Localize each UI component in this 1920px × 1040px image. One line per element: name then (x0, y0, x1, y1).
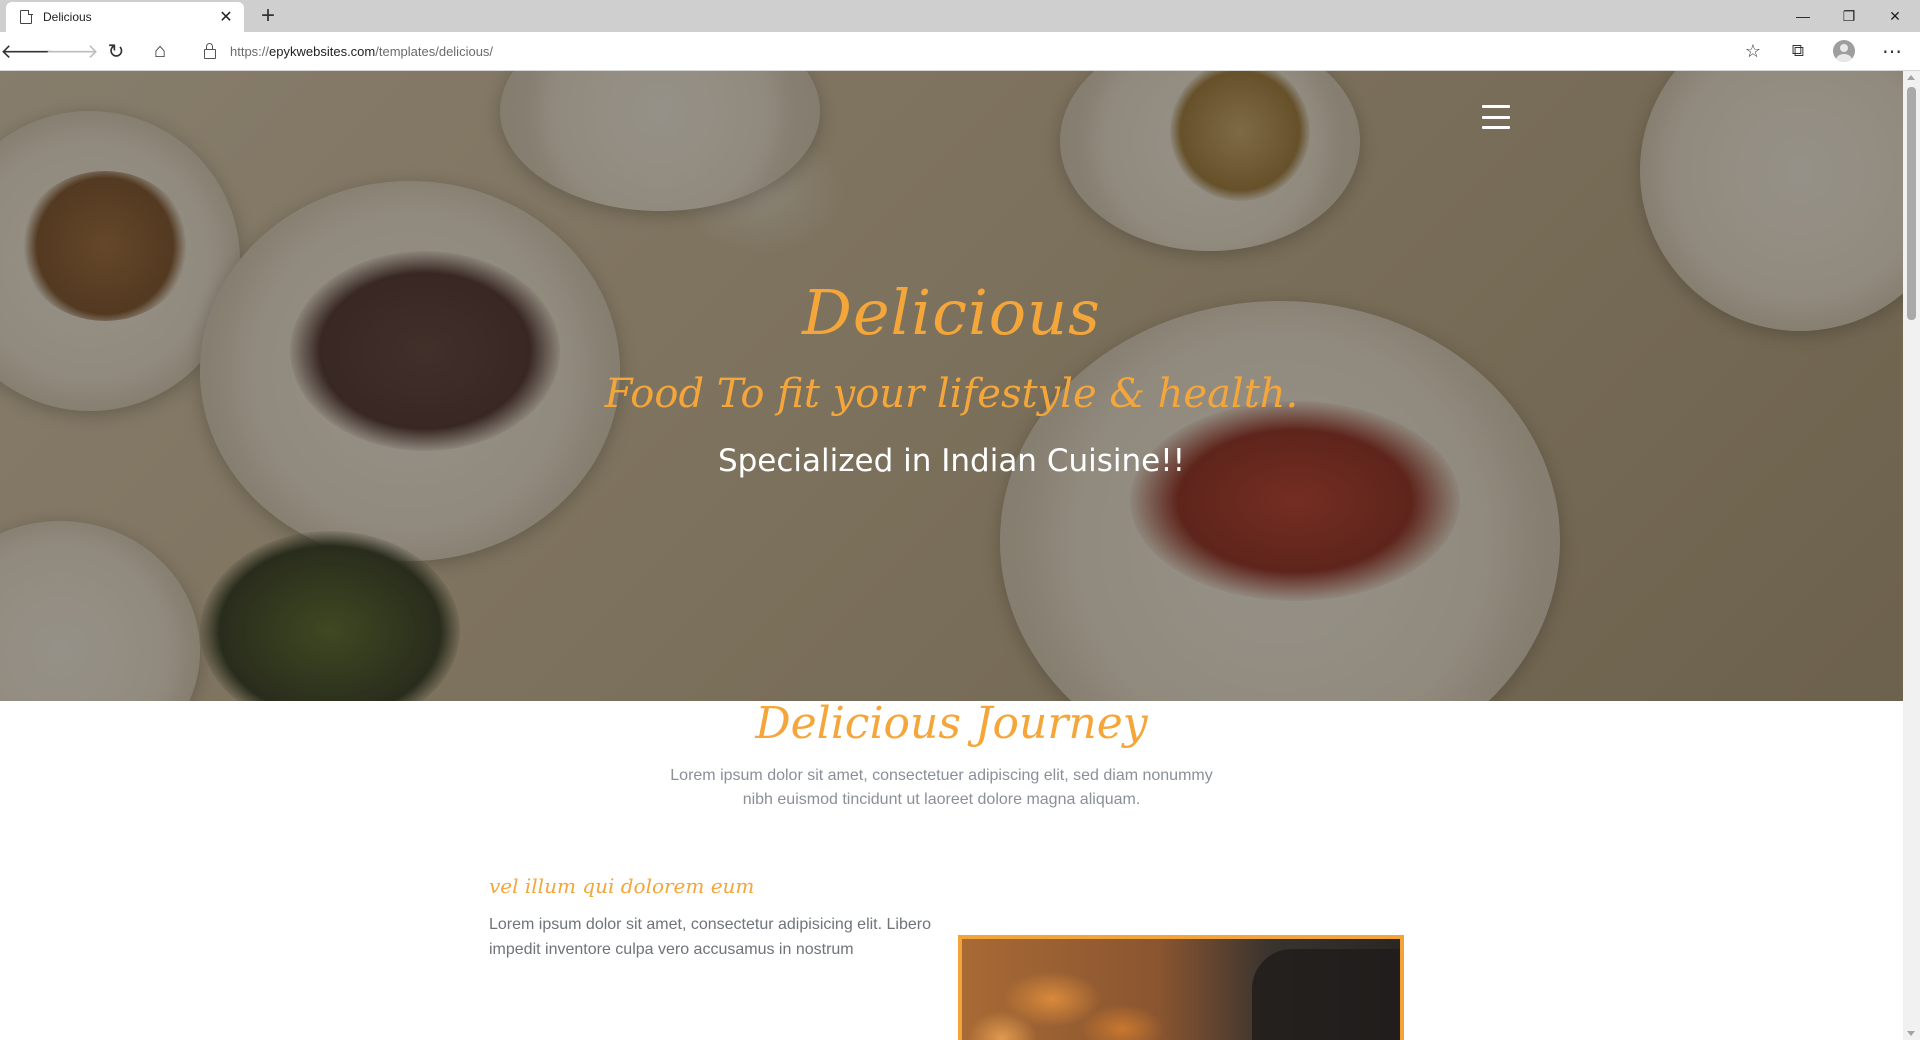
reload-button[interactable]: ↻ (100, 36, 132, 66)
address-bar[interactable]: https://epykwebsites.com/templates/delic… (188, 36, 1768, 66)
tab-title: Delicious (43, 10, 92, 24)
profile-avatar[interactable] (1833, 40, 1855, 62)
page-scrollbar[interactable] (1903, 71, 1920, 1040)
hero-subtitle: Specialized in Indian Cuisine!! (717, 443, 1186, 479)
forward-button[interactable]: 🡒 (45, 36, 99, 66)
url-prefix: https:// (230, 43, 270, 59)
collections-icon[interactable]: ⧉ (1782, 36, 1814, 66)
page-viewport: Delicious Food To fit your lifestyle & h… (0, 71, 1903, 1040)
image-detail (1252, 949, 1400, 1040)
url-text[interactable]: https://epykwebsites.com/templates/delic… (230, 44, 493, 59)
feature-title: vel illum qui dolorem eum (489, 874, 755, 898)
url-host: epykwebsites.com (269, 43, 376, 59)
new-tab-button[interactable]: + (254, 3, 282, 29)
hero-tagline: Food To fit your lifestyle & health. (604, 371, 1299, 417)
journey-title: Delicious Journey (755, 698, 1148, 749)
scroll-up-arrow-icon[interactable] (1907, 75, 1915, 80)
feature-text: Lorem ipsum dolor sit amet, consectetur … (489, 916, 931, 958)
browser-tab-strip: Delicious ✕ + — ❐ ✕ (0, 0, 1920, 32)
url-path: /templates/delicious/ (375, 43, 494, 59)
close-tab-icon[interactable]: ✕ (218, 7, 234, 27)
scroll-down-arrow-icon[interactable] (1907, 1031, 1915, 1036)
minimize-button[interactable]: — (1780, 0, 1826, 32)
restore-button[interactable]: ❐ (1826, 0, 1872, 32)
feature-food-image (958, 935, 1404, 1040)
close-window-button[interactable]: ✕ (1872, 0, 1918, 32)
hero-title: Delicious (802, 276, 1101, 349)
favorites-star-icon[interactable]: ☆ (1737, 36, 1769, 66)
hero-section: Delicious Food To fit your lifestyle & h… (0, 71, 1903, 701)
page-icon (20, 9, 33, 24)
home-button[interactable]: ⌂ (144, 36, 176, 66)
scrollbar-thumb[interactable] (1907, 87, 1916, 320)
browser-tab[interactable]: Delicious ✕ (6, 2, 244, 32)
browser-toolbar: 🡐 🡒 ↻ ⌂ https://epykwebsites.com/templat… (0, 32, 1920, 71)
lock-icon[interactable] (204, 42, 216, 59)
more-menu-icon[interactable]: ⋯ (1876, 36, 1908, 66)
hamburger-menu-icon[interactable] (1482, 105, 1510, 129)
journey-description: Lorem ipsum dolor sit amet, consectetuer… (670, 767, 1213, 808)
back-button[interactable]: 🡐 (0, 36, 54, 66)
